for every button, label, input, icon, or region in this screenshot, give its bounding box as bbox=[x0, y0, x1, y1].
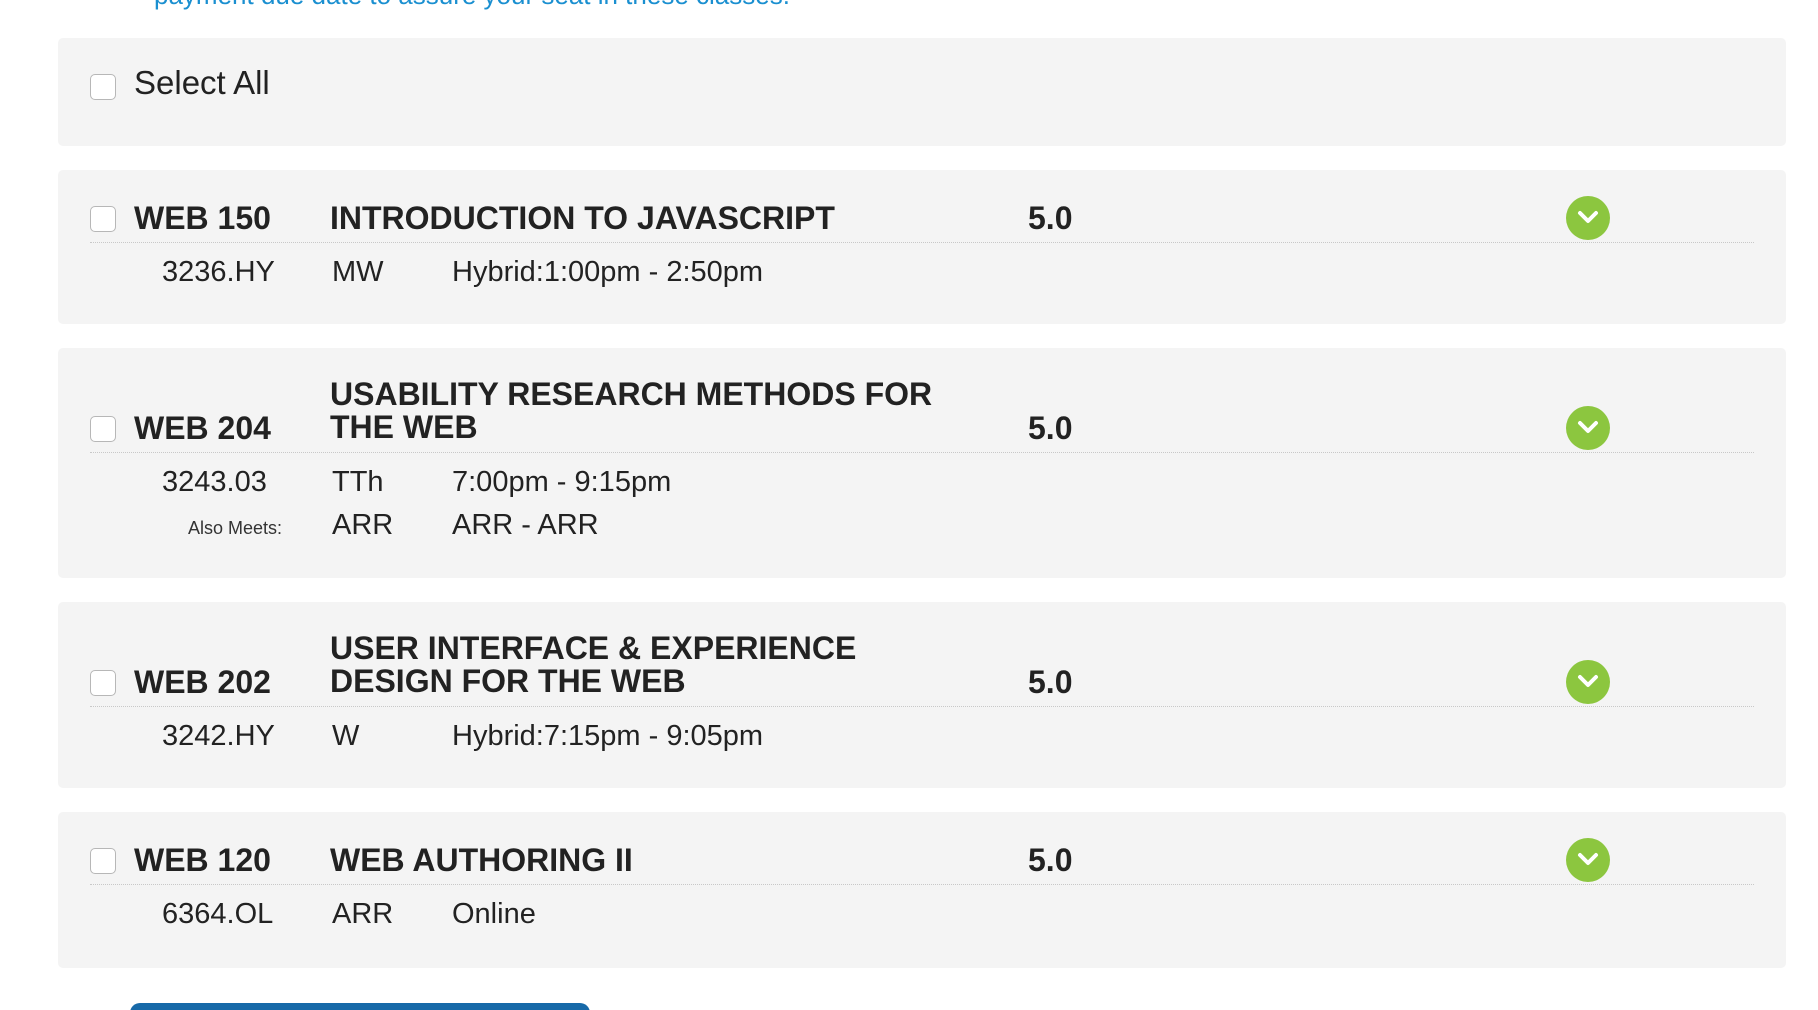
expand-details-button[interactable] bbox=[1566, 660, 1610, 704]
select-all-label[interactable]: Select All bbox=[134, 64, 270, 102]
select-all-checkbox[interactable] bbox=[90, 74, 116, 100]
meeting-time: ARR - ARR bbox=[452, 509, 599, 541]
class-list-page: payment due date to assure your seat in … bbox=[0, 0, 1818, 1010]
course-title: WEB AUTHORING II bbox=[330, 842, 633, 878]
course-title: USER INTERFACE & EXPERIENCE DESIGN FOR T… bbox=[330, 630, 857, 699]
expand-details-button[interactable] bbox=[1566, 406, 1610, 450]
divider bbox=[90, 452, 1754, 453]
course-card: WEB 204 USABILITY RESEARCH METHODS FOR T… bbox=[58, 348, 1786, 578]
meeting-time: 7:00pm - 9:15pm bbox=[452, 466, 672, 498]
course-code: WEB 202 bbox=[134, 664, 271, 700]
select-all-panel: Select All bbox=[58, 38, 1786, 146]
meeting-days: TTh bbox=[332, 466, 384, 498]
also-meets-label: Also Meets: bbox=[188, 518, 283, 538]
course-title: USABILITY RESEARCH METHODS FOR THE WEB bbox=[330, 376, 933, 445]
divider bbox=[90, 706, 1754, 707]
course-code: WEB 120 bbox=[134, 842, 271, 878]
course-card: WEB 202 USER INTERFACE & EXPERIENCE DESI… bbox=[58, 602, 1786, 788]
expand-details-button[interactable] bbox=[1566, 196, 1610, 240]
chevron-down-icon bbox=[1578, 421, 1598, 433]
course-checkbox[interactable] bbox=[90, 206, 116, 232]
chevron-down-icon bbox=[1578, 675, 1598, 687]
meeting-days: ARR bbox=[332, 898, 394, 930]
course-title: INTRODUCTION TO JAVASCRIPT bbox=[330, 200, 835, 236]
section-number: 6364.OL bbox=[162, 898, 274, 930]
course-checkbox[interactable] bbox=[90, 670, 116, 696]
meeting-time: Hybrid:1:00pm - 2:50pm bbox=[452, 256, 764, 288]
course-card: WEB 120 WEB AUTHORING II 5.0 6364.OL ARR… bbox=[58, 812, 1786, 968]
section-number: 3242.HY bbox=[162, 720, 275, 752]
chevron-down-icon bbox=[1578, 211, 1598, 223]
expand-details-button[interactable] bbox=[1566, 838, 1610, 882]
section-number: 3236.HY bbox=[162, 256, 275, 288]
divider bbox=[90, 884, 1754, 885]
meeting-days: MW bbox=[332, 256, 384, 288]
course-units: 5.0 bbox=[1028, 200, 1073, 236]
payment-notice-text: payment due date to assure your seat in … bbox=[154, 0, 790, 11]
course-units: 5.0 bbox=[1028, 664, 1073, 700]
course-card: WEB 150 INTRODUCTION TO JAVASCRIPT 5.0 3… bbox=[58, 170, 1786, 324]
course-checkbox[interactable] bbox=[90, 848, 116, 874]
meeting-days: W bbox=[332, 720, 360, 752]
course-units: 5.0 bbox=[1028, 842, 1073, 878]
course-checkbox[interactable] bbox=[90, 416, 116, 442]
action-button[interactable] bbox=[130, 1003, 590, 1010]
divider bbox=[90, 242, 1754, 243]
course-units: 5.0 bbox=[1028, 410, 1073, 446]
course-code: WEB 204 bbox=[134, 410, 271, 446]
section-number: 3243.03 bbox=[162, 466, 267, 498]
meeting-time: Hybrid:7:15pm - 9:05pm bbox=[452, 720, 764, 752]
chevron-down-icon bbox=[1578, 853, 1598, 865]
course-code: WEB 150 bbox=[134, 200, 271, 236]
meeting-days: ARR bbox=[332, 509, 394, 541]
meeting-time: Online bbox=[452, 898, 536, 930]
